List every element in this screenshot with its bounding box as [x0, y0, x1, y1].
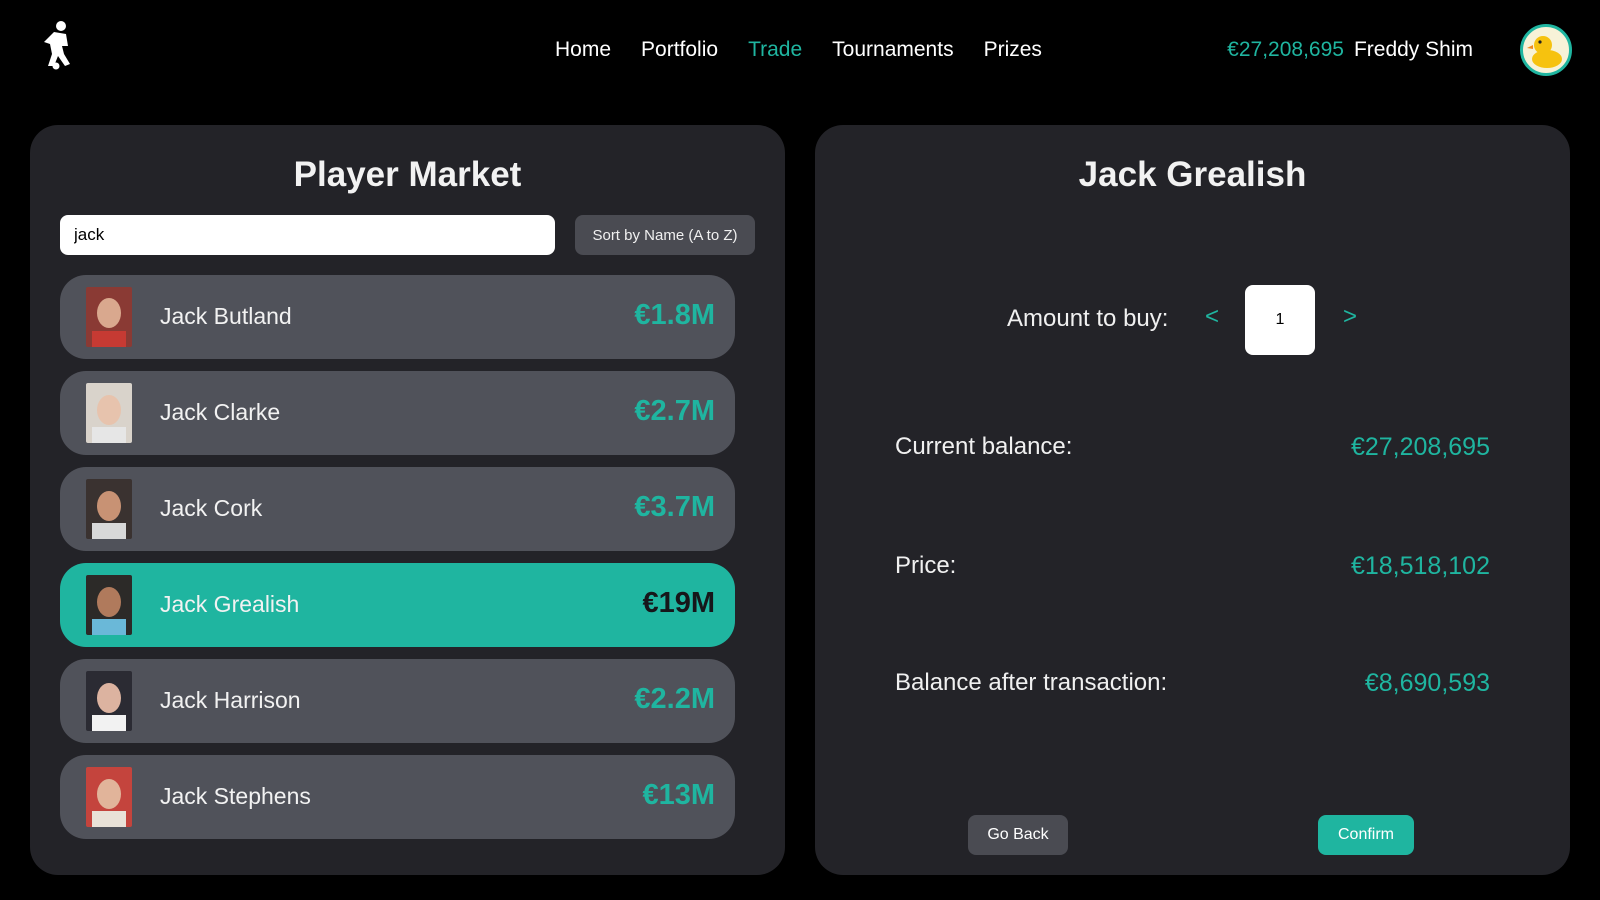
- player-price: €19M: [642, 587, 715, 619]
- page-title: Player Market: [293, 155, 522, 194]
- sort-button[interactable]: Sort by Name (A to Z): [575, 215, 755, 255]
- player-photo: [86, 575, 132, 635]
- go-back-button[interactable]: Go Back: [968, 815, 1068, 855]
- player-price: €1.8M: [634, 299, 715, 331]
- balance-after-row: Balance after transaction: €8,690,593: [895, 669, 1490, 697]
- player-name: Jack Harrison: [160, 687, 301, 713]
- player-list: Jack Butland €1.8M Jack Clarke €2.7M Jac…: [60, 275, 735, 851]
- player-price: €3.7M: [634, 491, 715, 523]
- current-balance-label: Current balance:: [895, 433, 1073, 460]
- player-photo: [86, 287, 132, 347]
- amount-stepper: Amount to buy: < >: [815, 285, 1570, 355]
- list-item[interactable]: Jack Butland €1.8M: [60, 275, 735, 359]
- confirm-button[interactable]: Confirm: [1318, 815, 1414, 855]
- player-name: Jack Butland: [160, 303, 292, 329]
- decrement-button[interactable]: <: [1205, 303, 1219, 331]
- quantity-input[interactable]: [1245, 285, 1315, 355]
- selected-player-title: Jack Grealish: [1078, 155, 1307, 194]
- football-player-logo-icon[interactable]: [34, 20, 76, 70]
- duck-avatar-icon: [1527, 36, 1562, 68]
- nav-portfolio[interactable]: Portfolio: [641, 38, 718, 62]
- user-info: €27,208,695 Freddy Shim: [1227, 38, 1473, 62]
- player-name: Jack Cork: [160, 495, 263, 521]
- balance-after-label: Balance after transaction:: [895, 669, 1168, 696]
- top-navigation-bar: Home Portfolio Trade Tournaments Prizes …: [0, 0, 1600, 100]
- list-item[interactable]: Jack Grealish €19M: [60, 563, 735, 647]
- player-price: €2.7M: [634, 395, 715, 427]
- search-input[interactable]: [60, 215, 555, 255]
- user-balance: €27,208,695: [1227, 38, 1344, 61]
- player-price: €2.2M: [634, 683, 715, 715]
- player-name: Jack Clarke: [160, 399, 281, 425]
- player-photo: [86, 671, 132, 731]
- list-item[interactable]: Jack Harrison €2.2M: [60, 659, 735, 743]
- player-name: Jack Grealish: [160, 591, 300, 617]
- increment-button[interactable]: >: [1343, 303, 1357, 331]
- price-label: Price:: [895, 552, 957, 579]
- player-photo: [86, 479, 132, 539]
- player-name: Jack Stephens: [160, 783, 311, 809]
- user-name[interactable]: Freddy Shim: [1354, 38, 1473, 62]
- player-photo: [86, 383, 132, 443]
- list-item[interactable]: Jack Cork €3.7M: [60, 467, 735, 551]
- main-nav: Home Portfolio Trade Tournaments Prizes: [555, 38, 1042, 62]
- price-value: €18,518,102: [1350, 552, 1490, 580]
- avatar[interactable]: [1520, 24, 1572, 76]
- player-price: €13M: [642, 779, 715, 811]
- list-item[interactable]: Jack Stephens €13M: [60, 755, 735, 839]
- balance-after-value: €8,690,593: [1364, 669, 1490, 697]
- amount-label: Amount to buy:: [1007, 305, 1169, 332]
- list-item[interactable]: Jack Clarke €2.7M: [60, 371, 735, 455]
- nav-trade[interactable]: Trade: [748, 38, 802, 62]
- nav-prizes[interactable]: Prizes: [984, 38, 1042, 62]
- nav-home[interactable]: Home: [555, 38, 611, 62]
- current-balance-row: Current balance: €27,208,695: [895, 433, 1490, 461]
- price-row: Price: €18,518,102: [895, 552, 1490, 580]
- player-photo: [86, 767, 132, 827]
- player-market-panel: Player Market Sort by Name (A to Z) Jack…: [30, 125, 785, 875]
- trade-panel: Jack Grealish Amount to buy: < > Current…: [815, 125, 1570, 875]
- current-balance-value: €27,208,695: [1350, 433, 1490, 461]
- nav-tournaments[interactable]: Tournaments: [832, 38, 953, 62]
